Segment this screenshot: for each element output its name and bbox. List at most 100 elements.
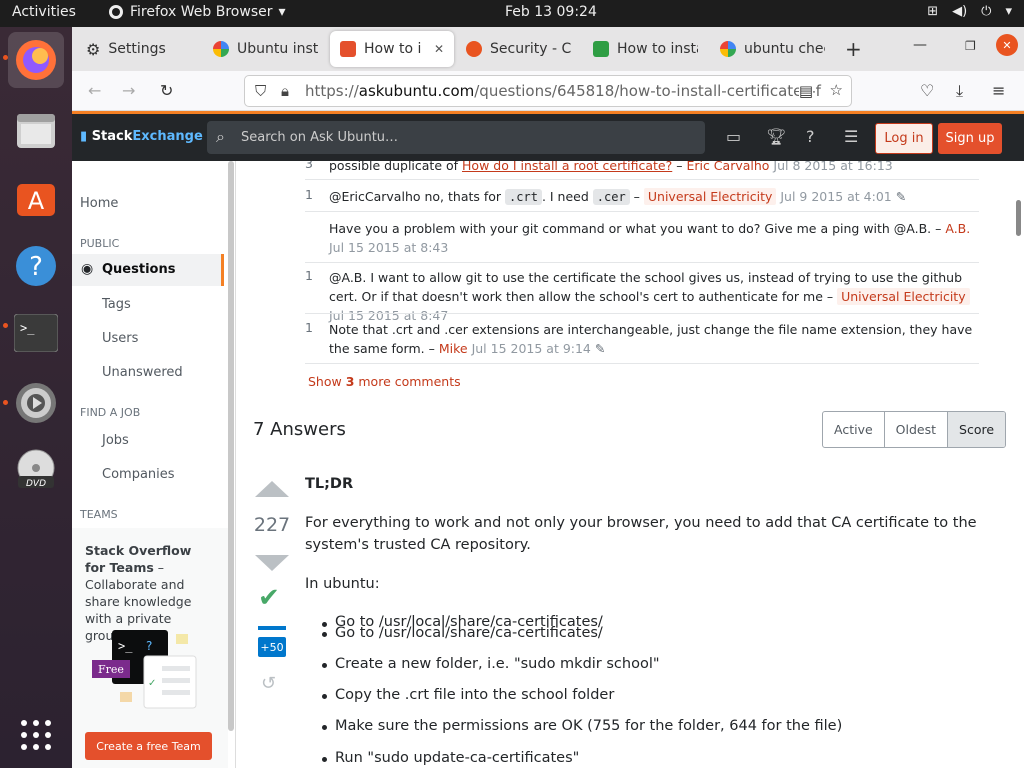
close-window-button[interactable]: ✕	[996, 34, 1018, 56]
nav-jobs[interactable]: Jobs	[102, 433, 129, 448]
download-icon[interactable]: ⤓	[956, 81, 963, 101]
comment-date[interactable]: Jul 8 2015 at 16:13	[773, 161, 892, 173]
system-tray[interactable]: ⊞ ◀) ⏻ ▾	[927, 4, 1012, 19]
comment-divider	[305, 211, 979, 212]
back-button[interactable]: ←	[88, 81, 101, 100]
app-menu[interactable]: Firefox Web Browser ▾	[108, 4, 286, 20]
forward-button[interactable]: →	[122, 81, 135, 100]
comment-date[interactable]: Jul 15 2015 at 9:14	[472, 341, 591, 356]
edit-pencil-icon: ✎	[895, 189, 907, 204]
shield-icon[interactable]: ⛉	[255, 82, 266, 100]
scrollbar-thumb[interactable]	[1016, 200, 1021, 236]
activities-button[interactable]: Activities	[12, 4, 76, 20]
url-path: /questions/645818/how-to-install-certifi…	[474, 82, 821, 100]
comment-score: 1	[305, 187, 313, 202]
bounty-badge[interactable]: +50	[258, 637, 286, 657]
pocket-icon[interactable]: ♡	[920, 81, 934, 100]
nav-companies[interactable]: Companies	[102, 467, 175, 482]
tab-ubuntu-check[interactable]: ubuntu chec	[710, 31, 835, 67]
site-switcher-icon[interactable]: ☰	[844, 127, 858, 146]
show-apps-button[interactable]	[8, 707, 64, 763]
stackexchange-logo[interactable]: ▮ StackExchange	[80, 129, 203, 144]
url-scheme: https://	[305, 82, 359, 100]
comment-link[interactable]: How do I install a root certificate?	[462, 161, 672, 173]
globe-icon: ◉	[81, 261, 94, 277]
left-sidebar: Home PUBLIC ◉ Questions Tags Users Unans…	[72, 161, 236, 768]
tab-label: Settings	[108, 41, 166, 57]
history-icon[interactable]: ↺	[261, 673, 276, 694]
achievements-trophy-icon[interactable]: 🏆︎	[766, 127, 786, 146]
comment-user[interactable]: Universal Electricity	[643, 188, 777, 205]
comment-user[interactable]: Mike	[439, 341, 468, 356]
tab-how-to-install-2[interactable]: How to insta	[583, 31, 708, 67]
reload-button[interactable]: ↻	[160, 81, 173, 100]
close-icon[interactable]: ✕	[434, 42, 444, 56]
comment-separator: –	[672, 161, 687, 173]
clock[interactable]: Feb 13 09:24	[505, 4, 597, 20]
navigation-bar: ← → ↻ ⛉ 🔒︎ https://askubuntu.com/questio…	[72, 71, 1024, 111]
new-tab-button[interactable]: +	[845, 37, 862, 61]
tab-settings[interactable]: ⚙ Settings	[76, 31, 201, 67]
lock-icon[interactable]: 🔒︎	[281, 82, 289, 100]
dock-help[interactable]: ?	[8, 238, 64, 294]
comment-date[interactable]: Jul 15 2015 at 8:43	[329, 240, 448, 255]
show-more-comments-link[interactable]: Show 3 more comments	[308, 374, 461, 389]
comment-text: @EricCarvalho no, thats for	[329, 189, 506, 204]
maximize-button[interactable]: ❐	[965, 39, 976, 53]
downvote-button[interactable]	[255, 555, 289, 571]
dock-settings[interactable]	[8, 375, 64, 431]
tab-security[interactable]: Security - Ce	[456, 31, 581, 67]
svg-text:A: A	[28, 187, 45, 215]
comment-date[interactable]: Jul 9 2015 at 4:01	[780, 189, 891, 204]
dock-terminal[interactable]: >_	[8, 305, 64, 361]
comment: @A.B. I want to allow git to use the cer…	[329, 268, 979, 325]
bookmark-star-icon[interactable]: ☆	[829, 81, 843, 99]
comment-divider	[305, 313, 979, 314]
sort-score-button[interactable]: Score	[947, 412, 1006, 447]
comment-user[interactable]: A.B.	[945, 221, 970, 236]
dock-files[interactable]	[8, 103, 64, 159]
settings-gear-icon	[16, 383, 56, 423]
signup-button[interactable]: Sign up	[938, 123, 1002, 154]
help-icon[interactable]: ?	[806, 127, 815, 146]
tab-how-to-install-active[interactable]: How to ins ✕	[330, 31, 454, 67]
upvote-button[interactable]	[255, 481, 289, 497]
reader-view-icon[interactable]: ▤	[798, 82, 813, 100]
minimize-button[interactable]: —	[913, 37, 927, 53]
nav-unanswered[interactable]: Unanswered	[102, 365, 183, 380]
login-button[interactable]: Log in	[875, 123, 933, 154]
sort-oldest-button[interactable]: Oldest	[883, 412, 947, 447]
dock-software[interactable]: A	[8, 170, 64, 226]
dock-firefox[interactable]	[8, 32, 64, 88]
svg-text:?: ?	[29, 252, 43, 282]
nav-questions[interactable]: ◉ Questions	[72, 254, 224, 286]
terminal-icon: >_	[14, 314, 58, 352]
nav-section-find-job: FIND A JOB	[80, 406, 141, 419]
comment-user[interactable]: Universal Electricity	[837, 288, 970, 305]
tab-ubuntu-install[interactable]: Ubuntu insta	[203, 31, 328, 67]
vote-count: 227	[253, 514, 291, 536]
nav-home[interactable]: Home	[80, 196, 118, 211]
nav-section-teams: TEAMS	[80, 508, 118, 521]
nav-tags[interactable]: Tags	[102, 297, 131, 312]
teams-promo: Stack Overflow for Teams – Collaborate a…	[72, 528, 228, 768]
list-bullet	[322, 757, 327, 762]
url-host: askubuntu.com	[358, 82, 475, 100]
search-input[interactable]: ⌕ Search on Ask Ubuntu…	[207, 121, 705, 154]
inbox-icon[interactable]: ▭	[726, 127, 741, 146]
url-bar[interactable]: ⛉ 🔒︎ https://askubuntu.com/questions/645…	[244, 75, 852, 107]
comment-text: . I need	[541, 189, 593, 204]
nav-section-public: PUBLIC	[80, 237, 120, 250]
logo-text-stack: Stack	[91, 129, 133, 144]
nav-users[interactable]: Users	[102, 331, 138, 346]
page-scrollbar[interactable]	[1012, 161, 1024, 768]
sidebar-scrollbar[interactable]	[228, 161, 234, 731]
create-team-button[interactable]: Create a free Team	[85, 732, 212, 760]
hamburger-menu-icon[interactable]: ≡	[992, 81, 1005, 100]
dock-dvd[interactable]: DVD	[8, 442, 64, 498]
tab-strip: ⚙ Settings Ubuntu insta How to ins ✕ Sec…	[72, 27, 1024, 71]
sort-active-button[interactable]: Active	[823, 412, 884, 447]
inline-code: .crt	[505, 189, 542, 205]
list-item: Make sure the permissions are OK (755 fo…	[335, 718, 843, 734]
comment-user[interactable]: Eric Carvalho	[686, 161, 769, 173]
